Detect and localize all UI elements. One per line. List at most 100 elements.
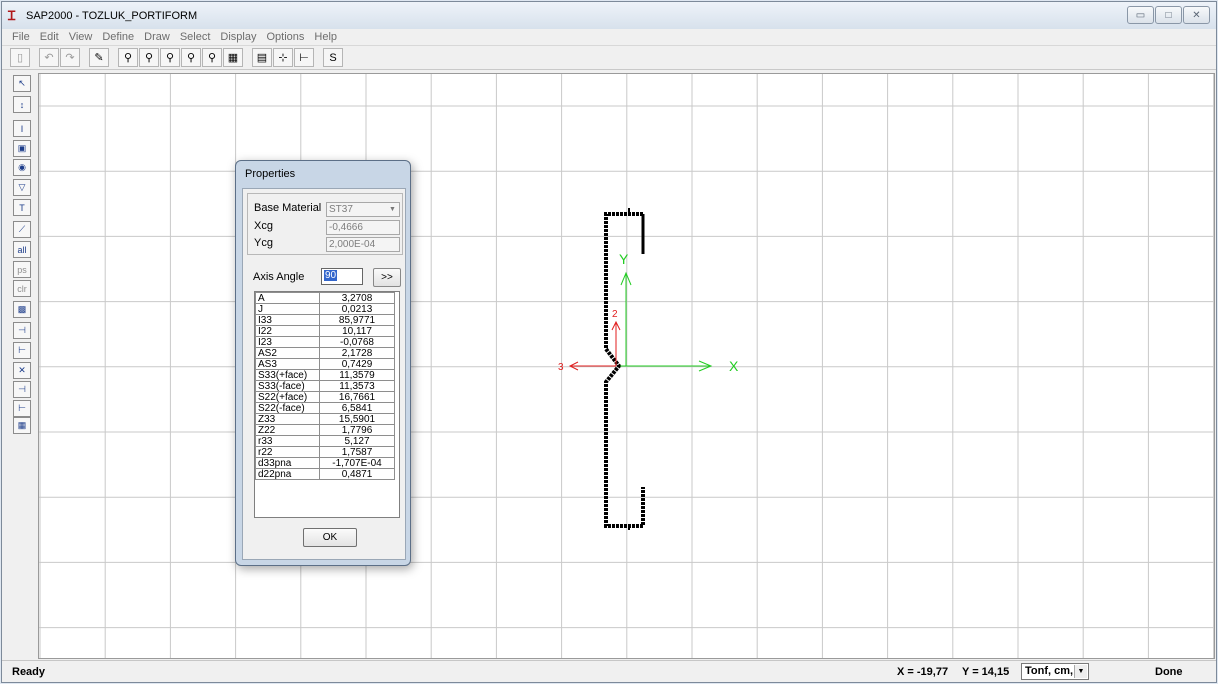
ok-button[interactable]: OK (303, 528, 357, 547)
table-row: AS2 2,1728 (255, 347, 395, 359)
properties-table-container[interactable]: A 3,2708 J 0,0213 I33 85,9771 I22 10,117 I23 -0,0… (254, 291, 400, 518)
chevron-down-icon: ▼ (1074, 665, 1087, 678)
all-icon[interactable]: all (13, 241, 31, 258)
zoom-previous-icon[interactable]: ⚲ (160, 48, 180, 67)
zoom-out-icon[interactable]: ⚲ (202, 48, 222, 67)
draw-polygon-icon[interactable]: ▽ (13, 179, 31, 196)
draw-t-section-icon[interactable]: T (13, 199, 31, 216)
axis-angle-input[interactable]: 90 (321, 268, 363, 285)
property-value: 0,7429 (319, 358, 395, 370)
snap-ends-icon[interactable]: ⊢ (13, 342, 31, 359)
axis-angle-label: Axis Angle (253, 271, 305, 283)
drawing-canvas[interactable]: X Y 2 3 (38, 73, 1215, 659)
ps-icon[interactable]: ps (13, 261, 31, 278)
restore-full-view-icon[interactable]: ⚲ (139, 48, 159, 67)
x-coordinate: X = -19,77 (897, 666, 949, 678)
table-row: S33(+face) 11,3579 (255, 369, 395, 381)
snap-points-icon[interactable]: ⊣ (13, 322, 31, 339)
pan-icon[interactable]: ▦ (223, 48, 243, 67)
table-row: I23 -0,0768 (255, 336, 395, 348)
redo-icon[interactable]: ↷ (60, 48, 80, 67)
snap-icon[interactable]: ⊹ (273, 48, 293, 67)
snap-midpoint-icon[interactable]: ⊣ (13, 381, 31, 398)
menu-display[interactable]: Display (215, 31, 261, 43)
table-row: d22pna 0,4871 (255, 468, 395, 480)
base-material-select[interactable]: ST37 ▼ (326, 202, 400, 217)
menu-select[interactable]: Select (175, 31, 216, 43)
menu-view[interactable]: View (64, 31, 98, 43)
ycg-label: Ycg (254, 237, 273, 249)
menu-define[interactable]: Define (97, 31, 139, 43)
property-value: 0,0213 (319, 303, 395, 315)
more-button[interactable]: >> (373, 268, 401, 287)
maximize-icon[interactable]: □ (1155, 6, 1182, 24)
snap-intersection-icon[interactable]: ✕ (13, 362, 31, 379)
property-value: 15,5901 (319, 413, 395, 425)
snap-grid-icon[interactable]: ▦ (13, 417, 31, 434)
property-name: S22(+face) (255, 391, 320, 403)
draw-rectangle-icon[interactable]: ▣ (13, 140, 31, 157)
draw-circle-icon[interactable]: ◉ (13, 159, 31, 176)
x-axis-label: X (729, 358, 739, 374)
properties-table: A 3,2708 J 0,0213 I33 85,9771 I22 10,117 I23 -0,0… (255, 292, 395, 480)
xcg-field: -0,4666 (326, 220, 400, 235)
menu-help[interactable]: Help (309, 31, 342, 43)
material-group: Base Material ST37 ▼ Xcg -0,4666 Ycg 2,0… (247, 193, 403, 255)
section-drawing[interactable]: X Y 2 3 (39, 74, 1215, 659)
section-properties-icon[interactable]: ▤ (252, 48, 272, 67)
menu-file[interactable]: File (7, 31, 35, 43)
table-row: J 0,0213 (255, 303, 395, 315)
reference-point-icon[interactable]: ⊢ (294, 48, 314, 67)
table-row: I33 85,9771 (255, 314, 395, 326)
status-done: Done (1155, 666, 1183, 678)
axis-angle-value: 90 (324, 270, 338, 281)
xcg-label: Xcg (254, 220, 273, 232)
status-bar: Ready X = -19,77 Y = 14,15 Tonf, cm, C ▼… (2, 660, 1216, 682)
main-toolbar: ▯ ↶ ↷ ✎ ⚲ ⚲ ⚲ ⚲ ⚲ ▦ ▤ ⊹ ⊢ S (2, 46, 1216, 70)
property-name: I22 (255, 325, 320, 337)
draw-line-icon[interactable]: ⟋ (13, 221, 31, 238)
draw-i-section-icon[interactable]: I (13, 120, 31, 137)
local-axis-3-label: 3 (558, 362, 564, 373)
property-name: J (255, 303, 320, 315)
minimize-icon[interactable]: ▭ (1127, 6, 1154, 24)
property-value: 0,4871 (319, 468, 395, 480)
new-file-icon[interactable]: ▯ (10, 48, 30, 67)
menu-bar: File Edit View Define Draw Select Displa… (2, 29, 1216, 46)
property-value: 10,117 (319, 325, 395, 337)
property-name: d22pna (255, 468, 320, 480)
table-row: AS3 0,7429 (255, 358, 395, 370)
mesh-icon[interactable]: ▩ (13, 301, 31, 318)
base-material-value: ST37 (329, 204, 353, 215)
menu-draw[interactable]: Draw (139, 31, 175, 43)
zoom-in-icon[interactable]: ⚲ (181, 48, 201, 67)
property-name: AS2 (255, 347, 320, 359)
close-icon[interactable]: ✕ (1183, 6, 1210, 24)
table-row: Z22 1,7796 (255, 424, 395, 436)
property-value: 11,3579 (319, 369, 395, 381)
zoom-rubber-band-icon[interactable]: ⚲ (118, 48, 138, 67)
property-name: Z33 (255, 413, 320, 425)
y-coordinate: Y = 14,15 (962, 666, 1010, 678)
property-value: 11,3573 (319, 380, 395, 392)
base-material-label: Base Material (254, 202, 322, 214)
menu-edit[interactable]: Edit (35, 31, 64, 43)
property-value: 2,1728 (319, 347, 395, 359)
pencil-icon[interactable]: ✎ (89, 48, 109, 67)
property-name: r33 (255, 435, 320, 447)
dialog-title: Properties (245, 168, 296, 180)
property-name: d33pna (255, 457, 320, 469)
stress-icon[interactable]: S (323, 48, 343, 67)
menu-options[interactable]: Options (261, 31, 309, 43)
reshape-icon[interactable]: ↕ (13, 96, 31, 113)
property-name: S33(+face) (255, 369, 320, 381)
table-row: A 3,2708 (255, 292, 395, 304)
property-value: 5,127 (319, 435, 395, 447)
snap-perpendicular-icon[interactable]: ⊢ (13, 400, 31, 417)
property-name: A (255, 292, 320, 304)
table-row: S22(-face) 6,5841 (255, 402, 395, 414)
clr-icon[interactable]: clr (13, 280, 31, 297)
undo-icon[interactable]: ↶ (39, 48, 59, 67)
units-select[interactable]: Tonf, cm, C ▼ (1021, 663, 1089, 680)
pointer-icon[interactable]: ↖ (13, 75, 31, 92)
